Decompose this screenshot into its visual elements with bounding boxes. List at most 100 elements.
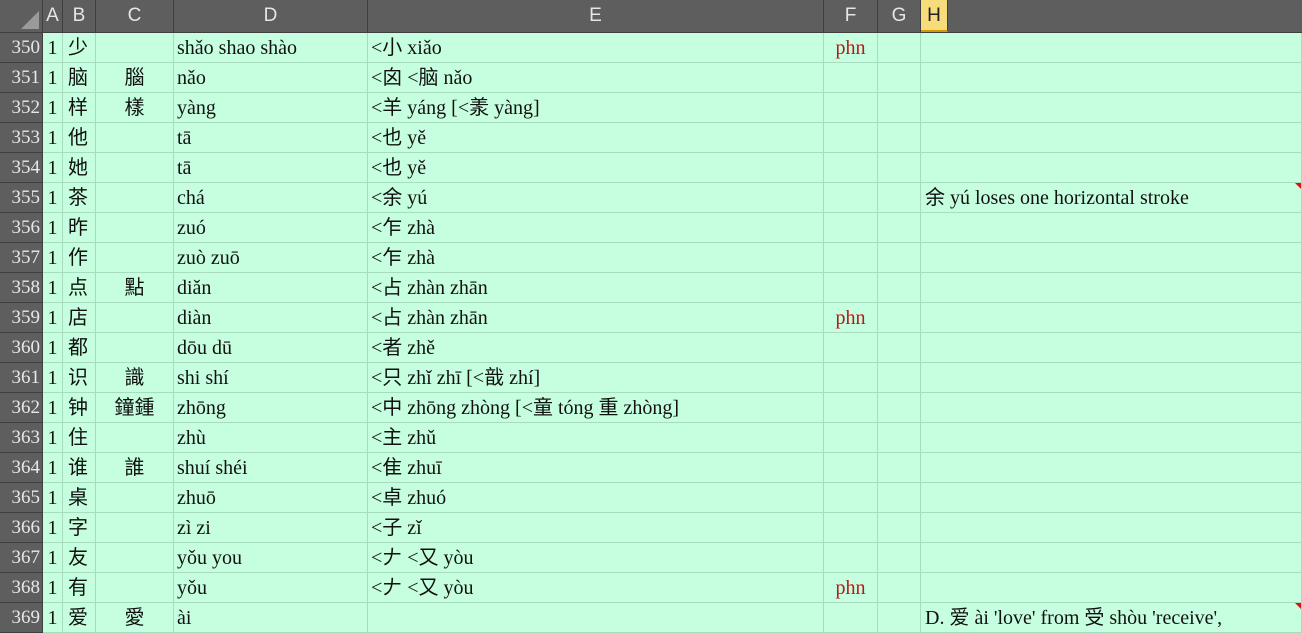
cell-h[interactable]: D. 爱 ài 'love' from 受 shòu 'receive', (921, 603, 1302, 633)
cell-h[interactable] (921, 153, 1302, 183)
cell-d[interactable]: zhuō (174, 483, 368, 513)
cell-g[interactable] (878, 573, 921, 603)
cell-e[interactable]: <乍 zhà (368, 213, 824, 243)
cell-a[interactable]: 1 (43, 123, 63, 153)
cell-e[interactable]: <占 zhàn zhān (368, 303, 824, 333)
cell-e[interactable]: <子 zǐ (368, 513, 824, 543)
cell-a[interactable]: 1 (43, 393, 63, 423)
cell-b[interactable]: 都 (63, 333, 96, 363)
cell-a[interactable]: 1 (43, 93, 63, 123)
cell-g[interactable] (878, 453, 921, 483)
cell-c[interactable] (96, 543, 174, 573)
row-header[interactable]: 350 (0, 33, 43, 63)
cell-d[interactable]: zhōng (174, 393, 368, 423)
row-header[interactable]: 357 (0, 243, 43, 273)
cell-h[interactable] (921, 483, 1302, 513)
cell-a[interactable]: 1 (43, 63, 63, 93)
cell-e[interactable] (368, 603, 824, 633)
cell-c[interactable] (96, 483, 174, 513)
cell-b[interactable]: 点 (63, 273, 96, 303)
cell-b[interactable]: 店 (63, 303, 96, 333)
cell-d[interactable]: shǎo shao shào (174, 33, 368, 63)
cell-c[interactable]: 腦 (96, 63, 174, 93)
cell-h[interactable] (921, 303, 1302, 333)
row-header[interactable]: 351 (0, 63, 43, 93)
cell-g[interactable] (878, 543, 921, 573)
cell-b[interactable]: 友 (63, 543, 96, 573)
cell-c[interactable] (96, 153, 174, 183)
cell-g[interactable] (878, 513, 921, 543)
cell-a[interactable]: 1 (43, 363, 63, 393)
cell-d[interactable]: yǒu you (174, 543, 368, 573)
row-header[interactable]: 354 (0, 153, 43, 183)
cell-h[interactable] (921, 363, 1302, 393)
cell-a[interactable]: 1 (43, 303, 63, 333)
cell-f[interactable] (824, 393, 878, 423)
cell-d[interactable]: nǎo (174, 63, 368, 93)
cell-c[interactable] (96, 333, 174, 363)
cell-d[interactable]: zuó (174, 213, 368, 243)
cell-h[interactable] (921, 453, 1302, 483)
cell-e[interactable]: <乍 zhà (368, 243, 824, 273)
row-header[interactable]: 358 (0, 273, 43, 303)
cell-h[interactable] (921, 573, 1302, 603)
cell-h[interactable] (921, 243, 1302, 273)
cell-a[interactable]: 1 (43, 273, 63, 303)
row-header[interactable]: 365 (0, 483, 43, 513)
cell-h[interactable] (921, 123, 1302, 153)
column-header-f[interactable]: F (824, 0, 878, 32)
cell-c[interactable]: 樣 (96, 93, 174, 123)
cell-f[interactable] (824, 243, 878, 273)
cell-g[interactable] (878, 273, 921, 303)
cell-b[interactable]: 少 (63, 33, 96, 63)
cell-c[interactable] (96, 123, 174, 153)
cell-e[interactable]: <只 zhǐ zhī [<戠 zhí] (368, 363, 824, 393)
cell-d[interactable]: diàn (174, 303, 368, 333)
cell-g[interactable] (878, 93, 921, 123)
cell-g[interactable] (878, 63, 921, 93)
cell-f[interactable] (824, 603, 878, 633)
cell-f[interactable] (824, 363, 878, 393)
column-header-b[interactable]: B (63, 0, 96, 32)
cell-e[interactable]: <隹 zhuī (368, 453, 824, 483)
column-header-c[interactable]: C (96, 0, 174, 32)
cell-b[interactable]: 他 (63, 123, 96, 153)
cell-g[interactable] (878, 333, 921, 363)
column-header-a[interactable]: A (43, 0, 63, 32)
cell-g[interactable] (878, 393, 921, 423)
cell-c[interactable]: 點 (96, 273, 174, 303)
cell-f[interactable] (824, 273, 878, 303)
cell-d[interactable]: zuò zuō (174, 243, 368, 273)
comment-indicator-icon[interactable] (1295, 183, 1301, 189)
cell-h[interactable] (921, 93, 1302, 123)
row-header[interactable]: 355 (0, 183, 43, 213)
cell-h[interactable] (921, 333, 1302, 363)
cell-e[interactable]: <者 zhě (368, 333, 824, 363)
row-header[interactable]: 352 (0, 93, 43, 123)
cell-b[interactable]: 爱 (63, 603, 96, 633)
cell-c[interactable]: 鐘鍾 (96, 393, 174, 423)
cell-a[interactable]: 1 (43, 33, 63, 63)
cell-e[interactable]: <𠂇 <又 yòu (368, 573, 824, 603)
cell-c[interactable] (96, 303, 174, 333)
cell-c[interactable]: 愛 (96, 603, 174, 633)
column-header-d[interactable]: D (174, 0, 368, 32)
cell-f[interactable] (824, 93, 878, 123)
cell-b[interactable]: 样 (63, 93, 96, 123)
cell-a[interactable]: 1 (43, 183, 63, 213)
cell-b[interactable]: 作 (63, 243, 96, 273)
row-header[interactable]: 353 (0, 123, 43, 153)
cell-f[interactable]: phn (824, 303, 878, 333)
cell-f[interactable] (824, 453, 878, 483)
cell-f[interactable] (824, 543, 878, 573)
cell-d[interactable]: dōu dū (174, 333, 368, 363)
cell-a[interactable]: 1 (43, 483, 63, 513)
cell-g[interactable] (878, 33, 921, 63)
column-header-g[interactable]: G (878, 0, 921, 32)
cell-b[interactable]: 桌 (63, 483, 96, 513)
cell-c[interactable]: 識 (96, 363, 174, 393)
row-header[interactable]: 360 (0, 333, 43, 363)
cell-d[interactable]: shi shí (174, 363, 368, 393)
cell-h[interactable] (921, 543, 1302, 573)
cell-a[interactable]: 1 (43, 543, 63, 573)
